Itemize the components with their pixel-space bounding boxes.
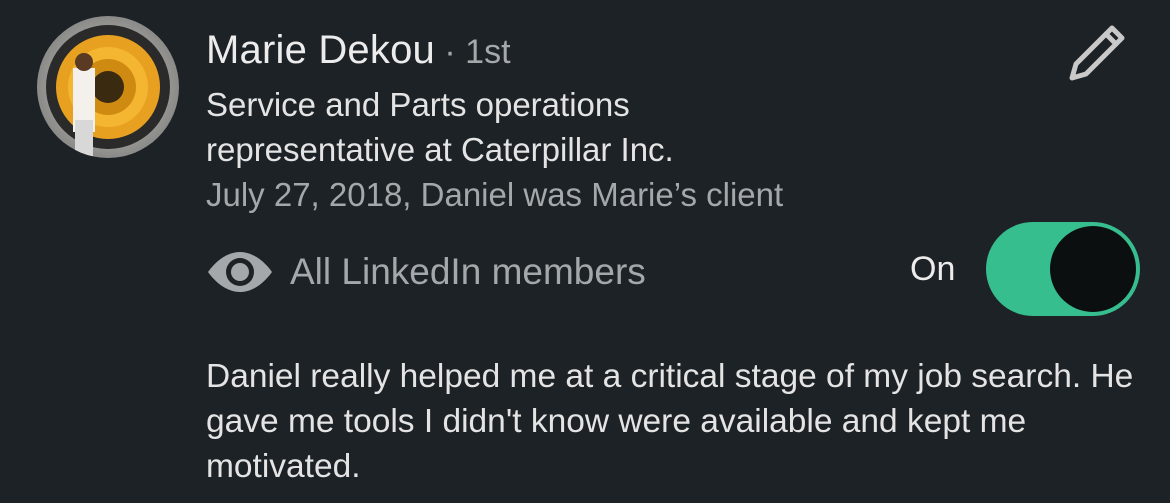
toggle-knob — [1052, 228, 1134, 310]
member-name[interactable]: Marie Dekou — [206, 28, 435, 72]
pencil-icon — [1069, 25, 1125, 81]
visibility-setting: All LinkedIn members — [206, 244, 646, 300]
visibility-label: All LinkedIn members — [290, 251, 646, 292]
toggle-state-label: On — [910, 250, 956, 288]
edit-button[interactable] — [1064, 20, 1130, 86]
recommendation-text: Daniel really helped me at a critical st… — [206, 358, 1134, 485]
name-line: Marie Dekou · 1st — [206, 26, 1026, 74]
connection-degree: · 1st — [434, 33, 511, 71]
member-headline: Service and Parts operations representat… — [206, 86, 674, 168]
avatar[interactable] — [37, 16, 179, 158]
visibility-toggle[interactable] — [986, 222, 1140, 316]
eye-icon — [208, 252, 272, 292]
relationship-date: July 27, 2018, Daniel was Marie’s client — [206, 176, 784, 213]
